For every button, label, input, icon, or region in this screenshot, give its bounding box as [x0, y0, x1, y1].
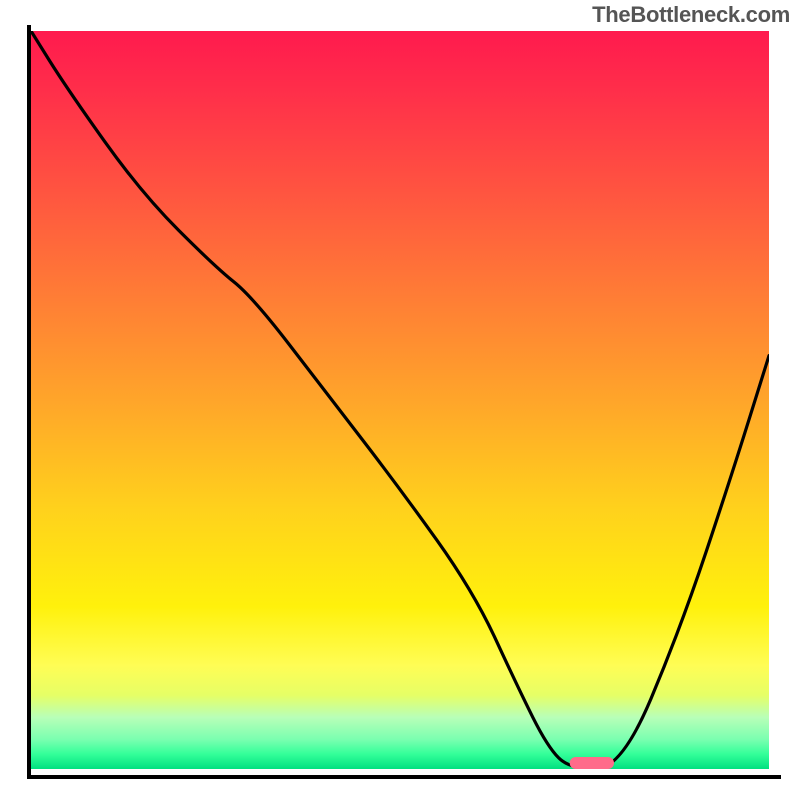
watermark-text: TheBottleneck.com	[592, 2, 790, 28]
chart-frame: TheBottleneck.com	[0, 0, 800, 800]
optimum-marker-pill	[570, 757, 614, 769]
optimum-marker	[31, 31, 769, 769]
